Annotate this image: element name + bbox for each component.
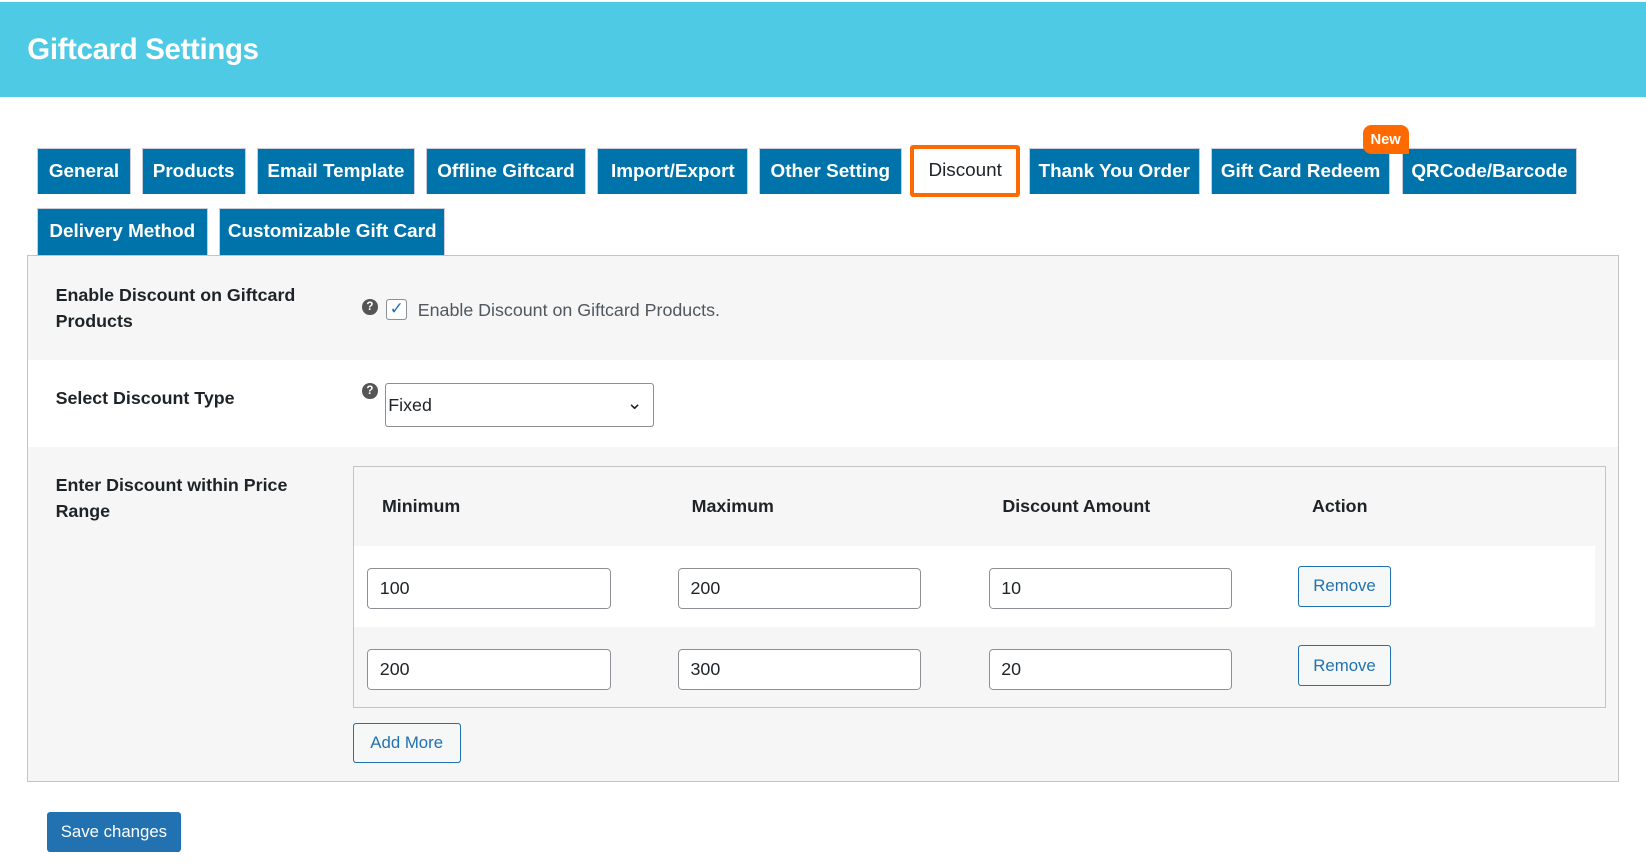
table-row: 100 200 10 Remove <box>353 545 1596 627</box>
enable-discount-checkbox-label: Enable Discount on Giftcard Products. <box>417 300 720 321</box>
discount-type-select[interactable]: Fixed ⌄ <box>385 383 654 428</box>
maximum-input[interactable]: 300 <box>677 648 922 690</box>
tab-delivery-method[interactable]: Delivery Method <box>36 207 208 256</box>
tab-discount[interactable]: Discount <box>910 144 1021 198</box>
tab-offline-giftcard[interactable]: Offline Giftcard <box>426 148 586 195</box>
settings-panel: Enable Discount on Giftcard Products ? ✓… <box>27 255 1619 782</box>
discount-amount-input[interactable]: 20 <box>988 648 1233 690</box>
maximum-input[interactable]: 200 <box>677 567 922 609</box>
price-range-table: Minimum Maximum Discount Amount Action 1… <box>352 466 1606 709</box>
tab-thank-you-order[interactable]: Thank You Order <box>1028 148 1200 195</box>
tab-gift-card-redeem[interactable]: Gift Card Redeem <box>1211 148 1390 195</box>
column-header-minimum: Minimum <box>381 496 461 517</box>
discount-type-row: Select Discount Type ? Fixed ⌄ <box>28 359 1618 448</box>
page-title: Giftcard Settings <box>27 32 259 66</box>
save-changes-button[interactable]: Save changes <box>47 812 181 853</box>
add-more-button[interactable]: Add More <box>352 723 461 764</box>
discount-amount-input[interactable]: 10 <box>988 567 1233 609</box>
tab-email-template[interactable]: Email Template <box>257 148 415 195</box>
remove-button[interactable]: Remove <box>1298 645 1391 687</box>
tab-general[interactable]: General <box>36 148 132 195</box>
column-header-action: Action <box>1312 496 1368 517</box>
discount-type-label: Select Discount Type <box>55 388 235 409</box>
tab-customizable-gift-card[interactable]: Customizable Gift Card <box>219 207 446 256</box>
price-range-label: Enter Discount within Price Range <box>55 475 288 521</box>
tab-qrcode-barcode[interactable]: QRCode/Barcode <box>1402 148 1577 195</box>
column-header-discount-amount: Discount Amount <box>1002 496 1151 517</box>
enable-discount-label: Enable Discount on Giftcard Products <box>55 285 296 331</box>
tab-import-export[interactable]: Import/Export <box>597 148 749 195</box>
minimum-input[interactable]: 100 <box>367 567 611 609</box>
help-icon[interactable]: ? <box>362 299 378 315</box>
minimum-input[interactable]: 200 <box>367 648 611 690</box>
tab-other-setting[interactable]: Other Setting <box>758 148 902 195</box>
page-header: Giftcard Settings <box>0 2 1646 97</box>
chevron-down-icon: ⌄ <box>626 393 643 415</box>
remove-button[interactable]: Remove <box>1298 565 1391 607</box>
tab-products[interactable]: Products <box>141 148 246 195</box>
new-badge: New <box>1362 124 1409 155</box>
table-row: 200 300 20 Remove <box>353 626 1596 708</box>
column-header-maximum: Maximum <box>691 496 774 517</box>
discount-type-value: Fixed <box>388 394 432 415</box>
enable-discount-checkbox[interactable]: ✓ <box>386 299 408 320</box>
help-icon[interactable]: ? <box>362 383 378 399</box>
enable-discount-row: Enable Discount on Giftcard Products ? ✓… <box>28 256 1618 360</box>
